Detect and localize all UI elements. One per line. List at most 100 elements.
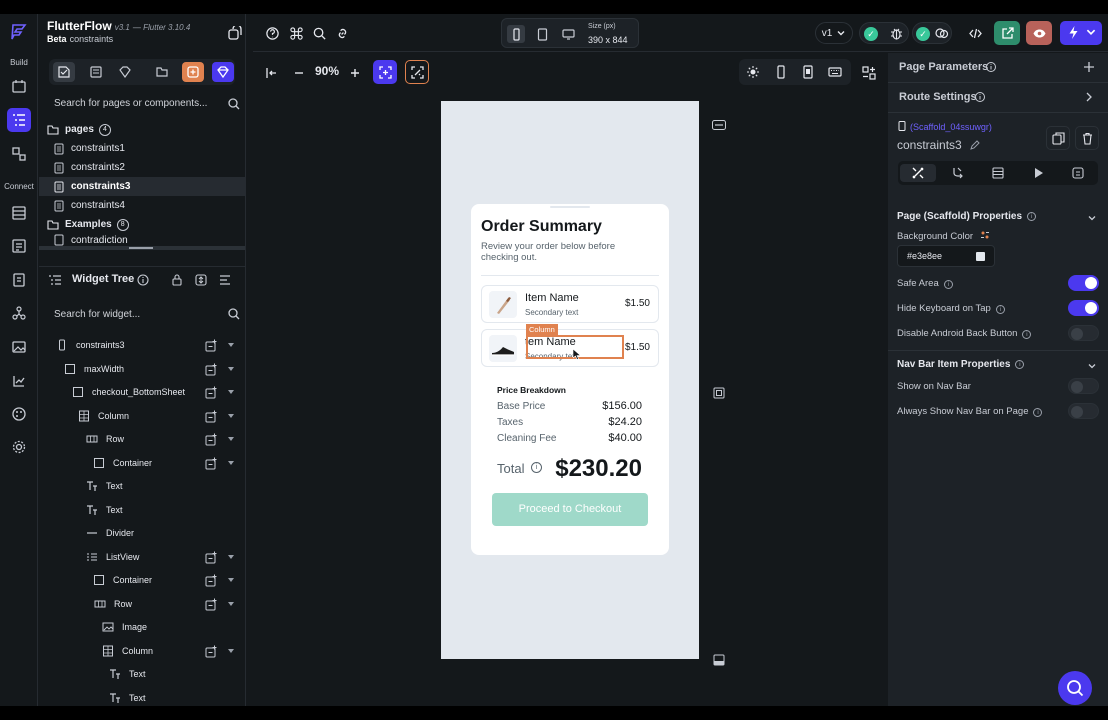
appbar-toggle-button[interactable] — [711, 118, 727, 132]
checkout-bottom-sheet[interactable]: Order Summary Review your order below be… — [471, 204, 669, 555]
version-dropdown[interactable]: v1 — [815, 22, 853, 44]
pages-tab[interactable] — [53, 62, 75, 82]
tablet-device-button[interactable] — [533, 25, 551, 43]
info-icon[interactable]: i — [995, 305, 1005, 314]
tree-node[interactable]: Image — [39, 616, 245, 639]
chevron-right-icon[interactable] — [1082, 90, 1096, 104]
tree-node[interactable]: Text — [39, 499, 245, 522]
widget-tree-nav-icon[interactable] — [7, 108, 31, 132]
panel-divider[interactable] — [245, 14, 253, 706]
shortcuts-button[interactable] — [287, 24, 305, 42]
widget-search[interactable]: Search for widget... — [45, 307, 241, 325]
caret-down-icon[interactable] — [228, 343, 234, 347]
item-name[interactable]: Item Name — [525, 292, 579, 304]
settings-gear-icon[interactable] — [7, 435, 31, 459]
route-settings-header[interactable]: Route Settings — [888, 83, 1108, 113]
info-icon[interactable]: i — [1015, 360, 1025, 369]
info-icon[interactable]: i — [1033, 408, 1043, 417]
examples-folder[interactable]: Examples 8 — [39, 215, 245, 234]
info-icon[interactable]: i — [943, 280, 953, 289]
item-price[interactable]: $1.50 — [625, 342, 650, 353]
product-image[interactable] — [489, 291, 517, 318]
caret-down-icon[interactable] — [228, 437, 234, 441]
share-link-button[interactable] — [333, 24, 351, 42]
collaboration-status-group[interactable]: ✓ — [912, 22, 952, 44]
show-nav-toggle[interactable] — [1068, 378, 1099, 394]
widget-search-input[interactable]: Search for widget... — [54, 309, 140, 320]
animations-tab[interactable] — [1020, 164, 1056, 182]
portrait-icon[interactable] — [774, 65, 788, 79]
app-details-nav-icon[interactable] — [7, 75, 31, 99]
safe-area-toggle[interactable] — [1068, 275, 1099, 291]
help-button[interactable] — [263, 24, 281, 42]
storyboard-nav-icon[interactable] — [7, 142, 31, 166]
page-item[interactable]: constraints4 — [39, 196, 245, 215]
color-swatch[interactable] — [976, 252, 985, 261]
duplicate-page-button[interactable] — [1046, 126, 1070, 150]
preview-button[interactable] — [1026, 21, 1052, 45]
add-child-widget-icon[interactable] — [205, 410, 218, 423]
caret-down-icon[interactable] — [228, 578, 234, 582]
expand-collapse-icon[interactable] — [194, 273, 208, 287]
background-color-field[interactable]: #e3e8ee — [897, 245, 995, 267]
marketplace-button[interactable] — [212, 62, 234, 82]
scrollbar-thumb[interactable] — [129, 247, 153, 249]
info-icon[interactable]: i — [531, 462, 542, 473]
proceed-to-checkout-button[interactable]: Proceed to Checkout — [492, 493, 648, 526]
add-parameter-icon[interactable] — [1082, 60, 1096, 74]
add-child-widget-icon[interactable] — [205, 363, 218, 376]
color-palette-icon[interactable] — [980, 230, 990, 240]
actions-tab[interactable] — [940, 164, 976, 182]
tree-node[interactable]: Row — [39, 593, 245, 616]
folder-tab[interactable] — [151, 62, 173, 82]
api-calls-nav-icon[interactable] — [7, 234, 31, 258]
tree-options-icon[interactable] — [218, 273, 232, 287]
pages-search-input[interactable]: Search for pages or components... — [54, 98, 207, 109]
tree-node[interactable]: checkout_BottomSheet — [39, 381, 245, 404]
page-parameters-header[interactable]: Page Parameters — [888, 53, 1108, 83]
info-icon[interactable] — [974, 91, 986, 103]
price-line[interactable]: Taxes $24.20 — [497, 416, 642, 428]
tree-node[interactable]: Column — [39, 405, 245, 428]
edit-pencil-icon[interactable] — [969, 140, 980, 151]
zoom-level[interactable]: 90% — [315, 64, 339, 78]
caret-down-icon[interactable] — [228, 554, 234, 559]
list-item[interactable]: tem Name Secondary text $1.50 Column — [481, 324, 659, 367]
media-assets-nav-icon[interactable] — [7, 335, 31, 359]
add-page-button[interactable] — [182, 62, 204, 82]
pages-scrollbar[interactable] — [39, 246, 245, 250]
add-child-widget-icon[interactable] — [205, 457, 218, 470]
run-button[interactable] — [1060, 21, 1102, 45]
add-child-widget-icon[interactable] — [205, 574, 218, 587]
caret-down-icon[interactable] — [228, 460, 234, 465]
lock-icon[interactable] — [170, 273, 184, 287]
help-search-fab[interactable] — [1058, 671, 1092, 705]
caret-down-icon[interactable] — [228, 601, 234, 606]
zoom-out-button[interactable] — [292, 62, 306, 84]
validation-status-group[interactable]: ✓ — [859, 22, 909, 44]
components-tab[interactable] — [85, 62, 107, 82]
always-show-nav-toggle[interactable] — [1068, 403, 1099, 419]
database-nav-icon[interactable] — [7, 201, 31, 225]
order-summary-title[interactable]: Order Summary — [481, 218, 602, 236]
tree-node[interactable]: Text — [39, 663, 245, 686]
disable-back-toggle[interactable] — [1068, 325, 1099, 341]
flutterflow-logo-icon[interactable] — [9, 22, 29, 42]
tree-node[interactable]: Column — [39, 640, 245, 663]
caret-down-icon[interactable] — [228, 648, 234, 653]
price-line[interactable]: Base Price $156.00 — [497, 400, 642, 412]
info-icon[interactable] — [985, 61, 997, 73]
custom-code-nav-icon[interactable] — [7, 301, 31, 325]
info-icon[interactable]: i — [1027, 212, 1037, 221]
ui-builder-tab[interactable] — [114, 62, 136, 82]
layout-options-button[interactable] — [861, 62, 877, 84]
tree-node[interactable]: Text — [39, 475, 245, 498]
tree-node[interactable]: maxWidth — [39, 358, 245, 381]
light-mode-icon[interactable] — [746, 65, 760, 79]
add-child-widget-icon[interactable] — [205, 645, 218, 658]
order-summary-subtitle[interactable]: Review your order below before checking … — [481, 241, 641, 263]
desktop-device-button[interactable] — [559, 25, 577, 43]
price-line[interactable]: Cleaning Fee $40.00 — [497, 432, 642, 444]
page-item[interactable]: constraints1 — [39, 139, 245, 158]
size-value[interactable]: 390 x 844 — [588, 35, 628, 45]
